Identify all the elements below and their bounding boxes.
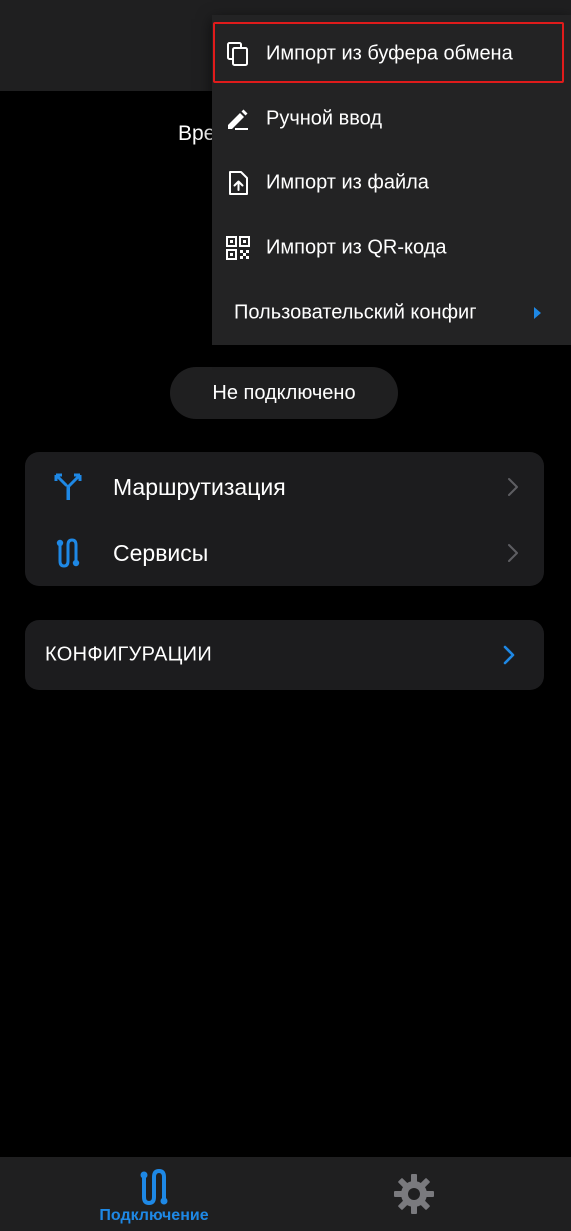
tab-connection-label: Подключение (99, 1207, 209, 1224)
qr-code-icon (224, 234, 252, 262)
routing-icon (51, 470, 85, 504)
connection-icon (134, 1167, 174, 1212)
nav-item-routing-label: Маршрутизация (113, 473, 286, 500)
chevron-right-icon (508, 544, 518, 562)
tab-settings[interactable] (314, 1157, 514, 1231)
tab-connection[interactable]: Подключение (54, 1157, 254, 1231)
menu-item-import-file[interactable]: Импорт из файла (212, 151, 571, 215)
menu-item-label: Импорт из QR-кода (266, 236, 447, 259)
chevron-right-icon (503, 645, 515, 665)
menu-item-manual-input[interactable]: Ручной ввод (212, 87, 571, 151)
connection-status-pill: Не подключено (170, 367, 398, 419)
pencil-icon (224, 105, 252, 133)
menu-item-label: Импорт из файла (266, 171, 429, 194)
nav-card: Маршрутизация Сервисы (25, 452, 544, 586)
nav-item-services-label: Сервисы (113, 539, 209, 566)
gear-icon (393, 1173, 435, 1220)
bottom-nav-bar: Подключение (0, 1157, 571, 1231)
copy-icon (224, 40, 252, 68)
menu-item-label: Пользовательский конфиг (234, 301, 477, 324)
header-partial-text: Вре (178, 122, 216, 145)
configurations-button[interactable]: КОНФИГУРАЦИИ (25, 620, 544, 690)
chevron-right-icon (508, 478, 518, 496)
configurations-label: КОНФИГУРАЦИИ (45, 643, 213, 666)
menu-item-custom-config[interactable]: Пользовательский конфиг (212, 281, 571, 345)
nav-item-services[interactable]: Сервисы (25, 520, 544, 586)
import-menu: Импорт из буфера обмена Ручной ввод Импо… (212, 15, 571, 345)
menu-item-import-clipboard[interactable]: Импорт из буфера обмена (212, 22, 571, 86)
file-upload-icon (224, 169, 252, 197)
menu-item-label: Ручной ввод (266, 107, 383, 130)
submenu-arrow-icon (534, 307, 541, 319)
menu-item-label: Импорт из буфера обмена (266, 42, 513, 65)
connection-status-text: Не подключено (212, 381, 356, 404)
menu-item-import-qr[interactable]: Импорт из QR-кода (212, 216, 571, 280)
nav-item-routing[interactable]: Маршрутизация (25, 454, 544, 520)
services-icon (51, 536, 85, 570)
